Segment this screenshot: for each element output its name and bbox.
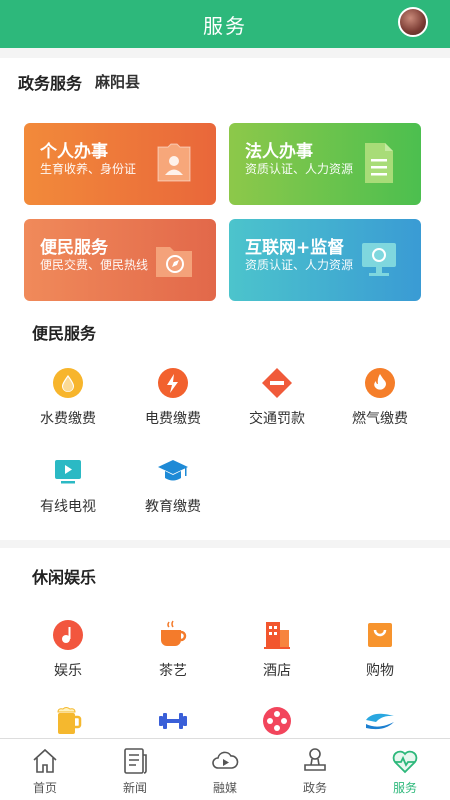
card-subtitle: 资质认证、人力资源 — [245, 258, 354, 272]
gas-bill-item[interactable]: 燃气缴费 — [325, 368, 435, 438]
item-label: 交通罚款 — [249, 411, 305, 427]
internet-supervision-card[interactable]: 互联网+监督 资质认证、人力资源 — [229, 219, 421, 301]
leisure-section: 休闲娱乐 娱乐 茶艺 酒店 购物 — [0, 548, 450, 738]
no-entry-icon — [262, 368, 292, 398]
user-avatar[interactable] — [398, 7, 428, 37]
dumbbell-icon — [159, 713, 187, 729]
hotel-building-icon — [264, 622, 290, 649]
top-header: 服务 — [0, 0, 450, 48]
folder-compass-icon — [156, 247, 192, 277]
card-subtitle: 生育收养、身份证 — [40, 162, 137, 176]
tab-service[interactable]: 服务 — [360, 739, 450, 800]
tab-label: 新闻 — [122, 781, 147, 795]
convenience-services-section: 便民服务 水费缴费 电费缴费 交通罚款 燃气缴费 有线电视 教育缴费 — [0, 304, 450, 540]
item-label: 酒店 — [263, 663, 291, 679]
section-title: 便民服务 — [32, 324, 97, 343]
graduation-cap-icon — [158, 460, 188, 481]
tab-home[interactable]: 首页 — [0, 739, 90, 800]
tab-label: 服务 — [392, 781, 417, 795]
item-label: 茶艺 — [159, 663, 187, 679]
card-subtitle: 资质认证、人力资源 — [245, 162, 354, 176]
home-icon — [33, 748, 57, 773]
lightning-icon — [158, 368, 188, 398]
tea-art-item[interactable]: 茶艺 — [118, 620, 228, 690]
page-title: 服务 — [203, 13, 247, 38]
id-card-icon — [157, 143, 191, 182]
item-label: 燃气缴费 — [352, 411, 408, 427]
item-label: 教育缴费 — [145, 499, 201, 515]
cinema-item[interactable] — [222, 706, 332, 738]
item-label: 水费缴费 — [40, 411, 96, 427]
personal-affairs-card[interactable]: 个人办事 生育收养、身份证 — [24, 123, 216, 205]
traffic-fine-item[interactable]: 交通罚款 — [222, 368, 332, 438]
bottom-tab-bar: 首页 新闻 融媒 政务 服务 — [0, 738, 450, 800]
cable-tv-item[interactable]: 有线电视 — [13, 456, 123, 526]
heart-icon — [392, 750, 418, 774]
film-reel-icon — [263, 707, 291, 735]
beer-mug-icon — [57, 707, 82, 734]
item-label: 购物 — [366, 663, 394, 679]
tab-government[interactable]: 政务 — [270, 739, 360, 800]
news-icon — [124, 748, 147, 774]
tea-cup-icon — [161, 620, 187, 646]
legal-affairs-card[interactable]: 法人办事 资质认证、人力资源 — [229, 123, 421, 205]
bar-item[interactable] — [13, 706, 123, 738]
shopping-item[interactable]: 购物 — [325, 620, 435, 690]
card-title: 互联网+监督 — [245, 238, 345, 258]
content-scroll[interactable]: 政务服务 麻阳县 个人办事 生育收养、身份证 法人办事 资质认证、人力资源 便民… — [0, 48, 450, 738]
region-label[interactable]: 麻阳县 — [95, 71, 140, 92]
gov-service-title: 政务服务 — [18, 74, 83, 93]
tab-label: 政务 — [302, 781, 327, 795]
item-label: 电费缴费 — [145, 411, 201, 427]
stamp-icon — [304, 748, 326, 771]
section-title: 休闲娱乐 — [32, 568, 97, 587]
swimming-item[interactable] — [325, 706, 435, 738]
tab-media[interactable]: 融媒 — [180, 739, 270, 800]
tab-label: 首页 — [32, 781, 57, 795]
document-icon — [365, 143, 393, 183]
music-note-icon — [53, 620, 83, 650]
hotel-item[interactable]: 酒店 — [222, 620, 332, 690]
entertainment-item[interactable]: 娱乐 — [13, 620, 123, 690]
item-label: 娱乐 — [54, 663, 82, 679]
water-wave-icon — [366, 713, 394, 730]
electricity-bill-item[interactable]: 电费缴费 — [118, 368, 228, 438]
card-title: 法人办事 — [245, 142, 313, 162]
card-title: 个人办事 — [40, 142, 108, 162]
fitness-item[interactable] — [118, 706, 228, 738]
item-label: 有线电视 — [40, 499, 96, 515]
card-subtitle: 便民交费、便民热线 — [40, 258, 149, 272]
monitor-icon — [362, 243, 396, 276]
flame-icon — [365, 368, 395, 398]
tab-label: 融媒 — [212, 781, 237, 795]
convenience-service-card[interactable]: 便民服务 便民交费、便民热线 — [24, 219, 216, 301]
water-drop-icon — [53, 368, 83, 398]
tv-icon — [55, 460, 81, 484]
card-title: 便民服务 — [40, 238, 108, 258]
shopping-bag-icon — [368, 623, 392, 647]
cloud-play-icon — [212, 751, 239, 769]
education-fee-item[interactable]: 教育缴费 — [118, 456, 228, 526]
water-bill-item[interactable]: 水费缴费 — [13, 368, 123, 438]
tab-news[interactable]: 新闻 — [90, 739, 180, 800]
